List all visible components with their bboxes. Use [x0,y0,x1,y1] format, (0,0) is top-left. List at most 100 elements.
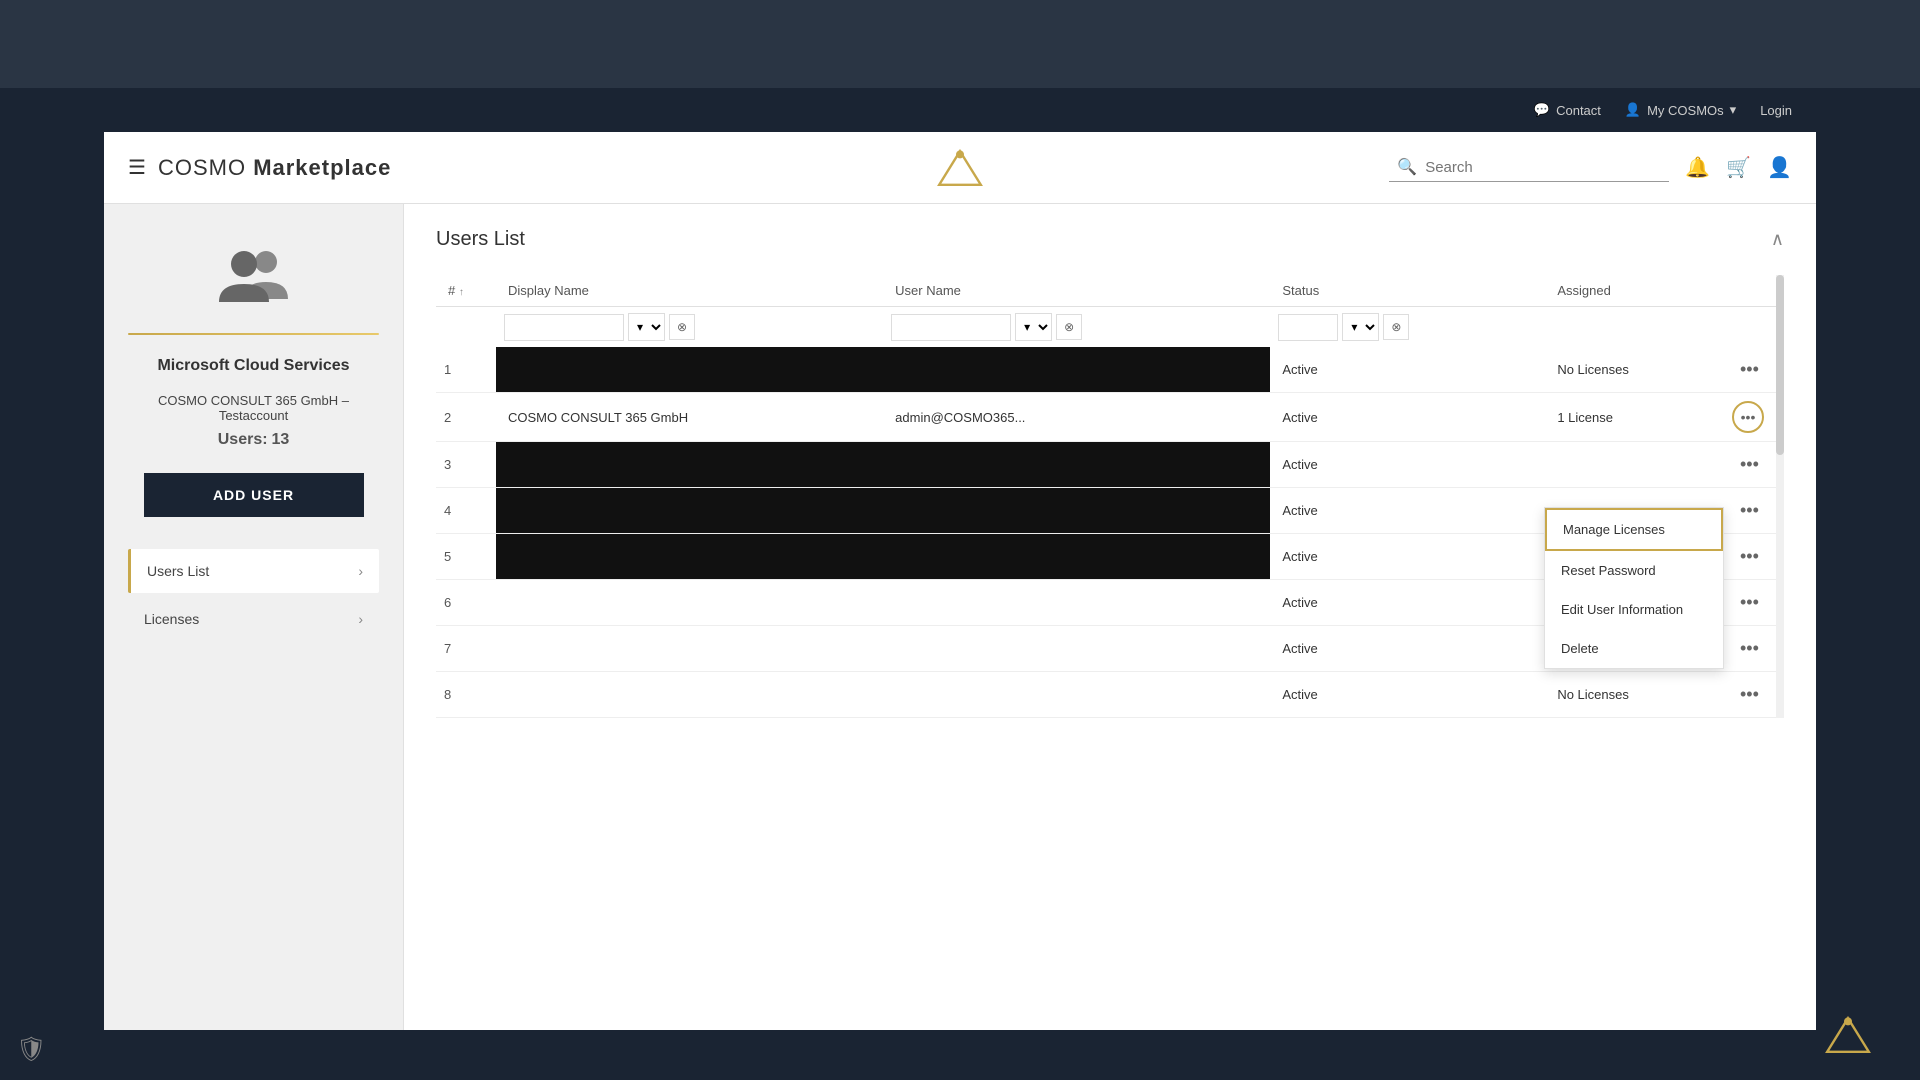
user-name-filter-input[interactable] [891,314,1011,341]
user-name-filter-clear-btn[interactable]: ⊗ [1056,314,1082,340]
row-action-button-highlighted[interactable]: ••• [1732,401,1764,433]
table-row: 2 COSMO CONSULT 365 GmbH admin@COSMO365.… [436,393,1784,442]
row-action-button[interactable]: ••• [1732,680,1767,709]
context-menu-item-manage-licenses[interactable]: Manage Licenses [1545,508,1723,551]
sort-asc-icon: ↑ [459,287,464,298]
contact-nav-item[interactable]: 💬 Contact [1534,102,1601,118]
row-action-button[interactable]: ••• [1732,634,1767,663]
filter-assigned [1545,307,1724,348]
content-header: Users List ∧ [436,228,1784,251]
cell-assigned: No Licenses [1545,672,1724,718]
search-input[interactable] [1425,159,1661,176]
bottom-cosmo-logo [1824,1015,1872,1060]
filter-row: ▾ ⊗ ▾ ⊗ [436,307,1784,348]
sidebar-divider [128,333,379,335]
scroll-thumb[interactable] [1776,275,1784,455]
cell-num: 2 [436,393,496,442]
cell-num: 5 [436,534,496,580]
page-title: Users List [436,228,525,251]
cell-actions: ••• [1724,534,1784,580]
cosmo-triangle-svg [936,148,984,188]
filter-actions [1724,307,1784,348]
cell-actions: ••• [1724,488,1784,534]
row-action-button[interactable]: ••• [1732,496,1767,525]
content-area: Users List ∧ # ↑ Display Name User Name … [404,204,1816,1030]
cell-status: Active [1270,488,1545,534]
cell-redacted [496,347,1270,393]
chevron-right-icon-users: › [358,563,363,579]
context-menu-item-reset-password[interactable]: Reset Password [1545,551,1723,590]
sidebar-item-users-list[interactable]: Users List › [128,549,379,593]
cell-status: Active [1270,393,1545,442]
sidebar-item-licenses[interactable]: Licenses › [128,597,379,641]
hamburger-icon[interactable]: ☰ [128,155,146,180]
cell-redacted [496,442,1270,488]
shopping-cart-icon[interactable]: 🛒 [1726,155,1751,180]
app-header: ☰ COSMO Marketplace 🔍 🔔 🛒 👤 [104,132,1816,204]
cell-actions: ••• [1724,347,1784,393]
status-filter-input[interactable] [1278,314,1338,341]
display-name-filter-dropdown[interactable]: ▾ [628,313,665,341]
cell-redacted [496,534,1270,580]
display-name-filter-clear-btn[interactable]: ⊗ [669,314,695,340]
col-header-display-name: Display Name [496,275,883,307]
cell-display-name: COSMO CONSULT 365 GmbH [496,393,883,442]
dropdown-arrow-icon: ▾ [1730,102,1737,118]
user-icon-nav: 👤 [1625,102,1641,118]
chat-icon: 💬 [1534,102,1550,118]
context-menu-item-delete[interactable]: Delete [1545,629,1723,668]
users-avatar-icon [214,244,294,309]
status-filter-dropdown[interactable]: ▾ [1342,313,1379,341]
cell-assigned: 1 License [1545,393,1724,442]
status-filter-clear-btn[interactable]: ⊗ [1383,314,1409,340]
top-nav: 💬 Contact 👤 My COSMOs ▾ Login [104,88,1816,132]
contact-label: Contact [1556,103,1601,118]
cell-user-name [883,626,1270,672]
context-menu-item-edit-user[interactable]: Edit User Information [1545,590,1723,629]
cell-num: 3 [436,442,496,488]
table-header-row: # ↑ Display Name User Name Status Assign… [436,275,1784,307]
cell-display-name [496,626,883,672]
cell-status: Active [1270,672,1545,718]
cell-num: 1 [436,347,496,393]
search-container: 🔍 [1389,153,1669,182]
row-action-button[interactable]: ••• [1732,355,1767,384]
cell-status: Active [1270,580,1545,626]
cell-user-name: admin@COSMO365... [883,393,1270,442]
user-name-filter-dropdown[interactable]: ▾ [1015,313,1052,341]
notification-bell-icon[interactable]: 🔔 [1685,155,1710,180]
cell-assigned: No Licenses [1545,347,1724,393]
cosmo-logo-center [936,148,984,188]
collapse-icon[interactable]: ∧ [1771,229,1784,250]
cell-status: Active [1270,626,1545,672]
cell-status: Active [1270,534,1545,580]
cell-num: 6 [436,580,496,626]
header-right: 🔍 🔔 🛒 👤 [1389,153,1792,182]
display-name-filter-input[interactable] [504,314,624,341]
col-header-assigned: Assigned [1545,275,1724,307]
cell-redacted [496,488,1270,534]
login-nav-item[interactable]: Login [1760,103,1792,118]
row-action-button[interactable]: ••• [1732,450,1767,479]
row-action-button[interactable]: ••• [1732,588,1767,617]
cell-user-name [883,580,1270,626]
add-user-button[interactable]: ADD USER [144,473,364,517]
table-row: 3 Active ••• [436,442,1784,488]
user-profile-icon[interactable]: 👤 [1767,155,1792,180]
cell-actions: ••• [1724,393,1784,442]
logo-text: COSMO Marketplace [158,155,391,181]
users-count-label: Users: 13 [218,431,290,449]
sidebar-nav: Users List › Licenses › [128,549,379,645]
scroll-track[interactable] [1776,275,1784,718]
row-action-button[interactable]: ••• [1732,542,1767,571]
my-cosmos-nav-item[interactable]: 👤 My COSMOs ▾ [1625,102,1736,118]
cell-display-name [496,672,883,718]
cell-actions: ••• [1724,580,1784,626]
browser-chrome [0,0,1920,88]
cell-assigned [1545,442,1724,488]
sidebar-company: Microsoft Cloud Services [157,355,349,377]
cell-actions: ••• [1724,626,1784,672]
context-menu: Manage Licenses Reset Password Edit User… [1544,507,1724,669]
header-logo: ☰ COSMO Marketplace [128,155,391,181]
app-container: 💬 Contact 👤 My COSMOs ▾ Login ☰ COSMO Ma… [104,88,1816,1030]
